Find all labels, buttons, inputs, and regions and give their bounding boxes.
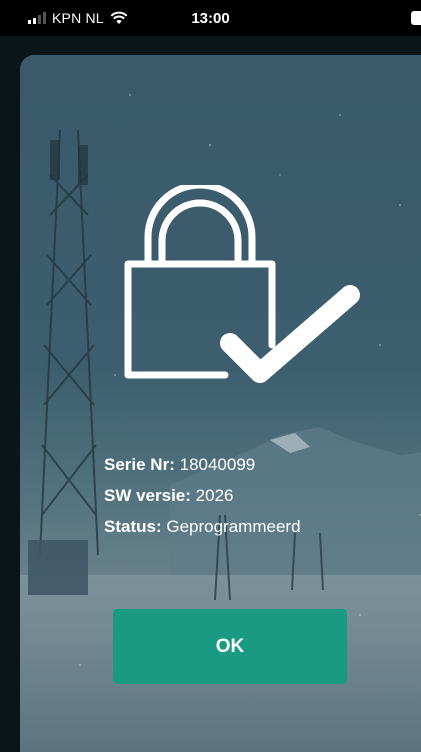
sw-version-label: SW versie:	[104, 486, 191, 505]
serial-label: Serie Nr:	[104, 455, 175, 474]
device-info: Serie Nr: 18040099 SW versie: 2026 Statu…	[104, 449, 301, 542]
battery-icon	[411, 11, 421, 25]
sw-version-value: 2026	[195, 486, 234, 505]
ok-button[interactable]: OK	[113, 609, 347, 684]
clock: 13:00	[191, 10, 230, 27]
serial-row: Serie Nr: 18040099	[104, 449, 301, 480]
confirmation-modal: Serie Nr: 18040099 SW versie: 2026 Statu…	[20, 55, 421, 752]
status-label: Status:	[104, 517, 162, 536]
status-value: Geprogrammeerd	[166, 517, 301, 536]
status-row: Status: Geprogrammeerd	[104, 511, 301, 542]
serial-value: 18040099	[179, 455, 256, 474]
sw-version-row: SW versie: 2026	[104, 480, 301, 511]
status-bar: KPN NL 13:00	[0, 0, 421, 36]
lock-check-icon	[124, 185, 360, 383]
